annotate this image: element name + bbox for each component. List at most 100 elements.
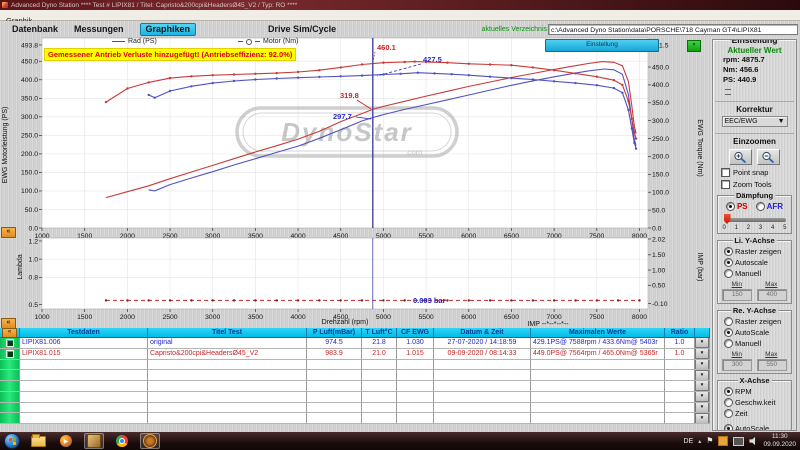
table-column-header[interactable]: Testdaten <box>20 328 148 338</box>
row-options-dropdown[interactable]: ▼ <box>695 338 709 348</box>
li-y-autoscale-radio[interactable]: Autoscale <box>724 258 789 267</box>
chevron-down-icon: ▼ <box>777 118 785 125</box>
x-axis-autoscale-radio[interactable]: AutoScale <box>724 424 789 430</box>
toolbar-button-messungen[interactable]: Messungen <box>74 24 124 34</box>
circle-marker-icon <box>246 38 252 45</box>
table-cell <box>20 370 148 381</box>
svg-text:Drehzahl (rpm): Drehzahl (rpm) <box>322 319 369 326</box>
current-directory-field[interactable]: c:\Advanced Dyno Station\data\PORSCHE\71… <box>548 23 798 35</box>
toolbar-button-drive-sim-cycle[interactable]: Drive Sim/Cycle <box>268 24 336 34</box>
table-column-header[interactable]: Ratio <box>665 328 695 338</box>
table-column-header[interactable]: Datum & Zeit <box>434 328 531 338</box>
table-row[interactable]: ▼ <box>0 391 710 403</box>
table-row[interactable]: ▼ <box>0 381 710 392</box>
collapse-main-chart-button[interactable]: « <box>1 227 16 238</box>
network-icon[interactable] <box>733 436 745 446</box>
taskbar-media-player-button[interactable]: ▶ <box>56 433 76 449</box>
re-y-autoscale-radio[interactable]: AutoScale <box>724 328 789 337</box>
table-cell <box>20 381 148 392</box>
korrektur-heading: Korrektur <box>715 101 794 114</box>
point-snap-checkbox[interactable]: Point snap <box>721 168 794 177</box>
volume-icon[interactable] <box>749 436 756 446</box>
table-cell <box>397 381 434 392</box>
table-row[interactable]: LIPIX81.006 original 974.5 21.8 1.030 27-07-2… <box>0 338 710 349</box>
table-row[interactable]: ▼ <box>0 359 710 371</box>
svg-text:3500: 3500 <box>248 314 263 321</box>
re-y-manuell-radio[interactable]: Manuell <box>724 339 789 348</box>
action-center-flag-icon[interactable]: ⚑ <box>706 437 713 445</box>
re-y-min-field[interactable]: 300 <box>722 359 753 371</box>
re-y-raster-radio[interactable]: Raster zeigen <box>724 317 789 326</box>
table-row[interactable]: ▼ <box>0 370 710 381</box>
row-options-dropdown[interactable]: ▼ <box>695 413 709 424</box>
damping-slider[interactable] <box>723 214 786 224</box>
svg-text:300.0: 300.0 <box>21 114 38 121</box>
table-row[interactable]: ▼ <box>0 402 710 414</box>
li-y-min-field[interactable]: 150 <box>722 289 753 301</box>
toolbar-button-datenbank[interactable]: Datenbank <box>12 24 58 34</box>
table-cell: 1.0 <box>665 348 695 360</box>
li-y-max-field[interactable]: 400 <box>756 289 787 301</box>
radio-icon <box>724 387 733 396</box>
table-column-header[interactable]: CF EWG <box>397 328 434 338</box>
x-axis-speed-radio[interactable]: Geschw.keit <box>724 398 789 407</box>
row-options-dropdown[interactable]: ▼ <box>695 381 709 391</box>
slider-thumb[interactable] <box>723 214 731 224</box>
svg-text:300.0: 300.0 <box>652 118 669 125</box>
table-column-header[interactable]: Titel Test <box>148 328 307 338</box>
li-y-raster-radio[interactable]: Raster zeigen <box>724 247 789 256</box>
right-axis-scale-dropdown[interactable]: ▼ <box>687 40 701 52</box>
current-value-heading: Aktueller Wert <box>727 46 782 55</box>
table-cell <box>397 391 434 403</box>
x-axis-time-radio[interactable]: Zeit <box>724 409 789 418</box>
x-axis-rpm-radio[interactable]: RPM <box>724 387 789 396</box>
zoom-in-button[interactable] <box>729 149 752 165</box>
table-cell: 1.015 <box>397 348 434 360</box>
test-file-icon[interactable] <box>5 338 14 347</box>
table-cell <box>665 381 695 392</box>
table-column-header[interactable]: T Luft°C <box>362 328 397 338</box>
table-row[interactable]: LIPIX81.015 Capristo&200cpi&HeadersØ45_V2… <box>0 348 710 360</box>
tray-expand-icon[interactable]: ▴ <box>698 438 701 445</box>
charts-svg[interactable]: DynoStar.com 493.8 450.0 400.0 350.0 300.0 250… <box>0 21 712 328</box>
einstellung-button[interactable]: Einstellung <box>545 39 659 52</box>
current-nm-value: Nm: 456.6 <box>723 65 759 74</box>
row-options-dropdown[interactable]: ▼ <box>695 348 709 359</box>
table-row[interactable]: ▼ <box>0 413 710 424</box>
svg-text:250.0: 250.0 <box>21 133 38 140</box>
zoom-tools-checkbox[interactable]: Zoom Tools <box>721 180 794 189</box>
table-cell <box>307 381 362 392</box>
taskbar-explorer-button[interactable] <box>28 433 48 449</box>
table-column-header[interactable]: Maximalen Werte <box>531 328 665 338</box>
row-options-dropdown[interactable]: ▼ <box>695 391 709 402</box>
row-options-dropdown[interactable]: ▼ <box>695 359 709 370</box>
tray-app-icon[interactable] <box>718 436 729 446</box>
taskbar-dyno-app-button[interactable] <box>84 433 104 449</box>
language-indicator[interactable]: DE <box>684 438 694 445</box>
korrektur-dropdown[interactable]: EEC/EWG ▼ <box>721 116 788 127</box>
svg-text:EWG Torque (Nm): EWG Torque (Nm) <box>696 119 703 176</box>
svg-text:250.0: 250.0 <box>652 136 669 143</box>
damping-afr-radio[interactable]: AFR <box>755 202 783 211</box>
re-y-max-field[interactable]: 550 <box>756 359 787 371</box>
li-y-manuell-radio[interactable]: Manuell <box>724 269 789 278</box>
current-directory-label: aktuelles Verzeichnis <box>481 25 547 33</box>
table-cell <box>20 391 148 403</box>
table-cell <box>148 381 307 392</box>
table-collapse-button[interactable]: « <box>2 328 17 337</box>
row-options-dropdown[interactable]: ▼ <box>695 370 709 381</box>
taskbar-clock[interactable]: 11:30 09.09.2020 <box>763 433 796 449</box>
row-options-dropdown[interactable]: ▼ <box>695 402 709 413</box>
start-button[interactable] <box>4 433 20 449</box>
damping-ps-radio[interactable]: PS <box>725 202 748 211</box>
table-cell: 21.8 <box>362 338 397 349</box>
dyno-app-icon <box>87 434 101 448</box>
taskbar-dyno-station-button[interactable] <box>140 433 160 449</box>
taskbar-chrome-button[interactable] <box>112 433 132 449</box>
table-column-header[interactable]: P Luft(mBar) <box>307 328 362 338</box>
table-cell <box>307 359 362 371</box>
toolbar-button-graphiken[interactable]: Graphiken <box>139 22 197 36</box>
results-table-header: «Testdaten Titel Test P Luft(mBar) T Luft°C… <box>0 328 710 338</box>
zoom-out-button[interactable] <box>757 149 780 165</box>
test-file-icon[interactable] <box>5 349 14 358</box>
